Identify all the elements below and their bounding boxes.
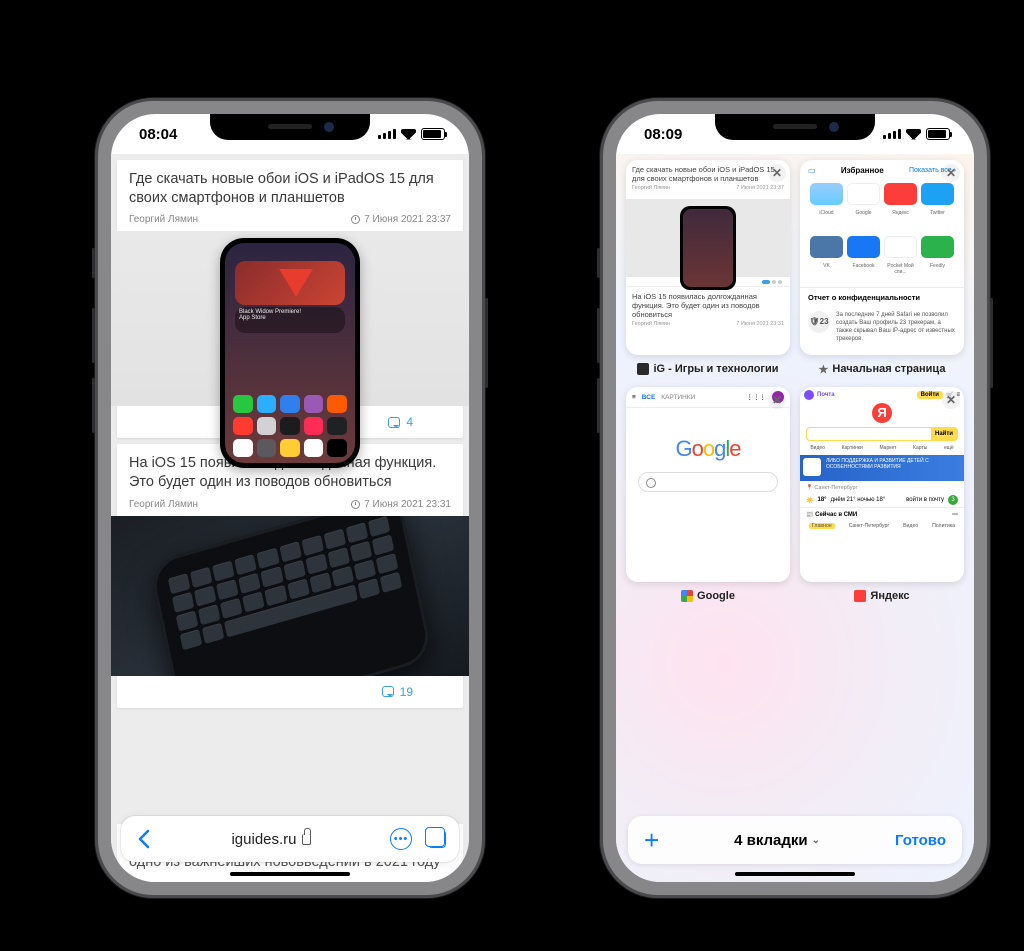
status-time: 08:09	[644, 126, 682, 143]
article-card[interactable]: На iOS 15 появилась долгожданная функция…	[117, 444, 463, 707]
tabs-button[interactable]	[419, 821, 455, 857]
tabs-icon	[428, 830, 446, 848]
cellular-icon	[378, 129, 396, 139]
favicon-icon	[681, 590, 693, 602]
article-date: 7 Июня 2021 23:37	[364, 214, 451, 225]
done-button[interactable]: Готово	[895, 832, 946, 849]
close-tab-button[interactable]: ✕	[942, 164, 960, 182]
comments-button[interactable]: 19	[117, 676, 463, 708]
tab-thumbnail-start-page[interactable]: ✕ ▭ Избранное Показать все › iCloudGoogl…	[800, 160, 964, 355]
article-hero-image	[111, 516, 469, 676]
comment-count: 4	[406, 415, 413, 429]
article-card[interactable]: Где скачать новые обои iOS и iPadOS 15 д…	[117, 160, 463, 438]
tab-title: iG - Игры и технологии	[653, 363, 778, 375]
status-time: 08:04	[139, 126, 177, 143]
cellular-icon	[883, 129, 901, 139]
comment-icon	[388, 417, 400, 428]
favicon-icon	[637, 363, 649, 375]
comment-icon	[382, 686, 394, 697]
book-icon: ▭	[808, 166, 816, 175]
close-tab-button[interactable]: ✕	[942, 391, 960, 409]
back-button[interactable]	[129, 824, 159, 854]
close-tab-button[interactable]: ✕	[768, 164, 786, 182]
lock-icon	[302, 834, 311, 845]
favicon-icon	[854, 590, 866, 602]
tab-count-button[interactable]: 4 вкладки ⌄	[734, 832, 820, 849]
article-hero-image: Black Widow Premiere!App Store	[111, 231, 469, 406]
wifi-icon	[906, 129, 921, 140]
home-indicator[interactable]	[230, 872, 350, 876]
notch	[715, 114, 875, 140]
tab-thumbnail-ig[interactable]: ✕ Где скачать новые обои iOS и iPadOS 15…	[626, 160, 790, 355]
tab-thumbnail-yandex[interactable]: ✕ ПочтаВойти🛒≡ Я Найти ВидеоКартинкиМарк…	[800, 387, 964, 582]
comment-count: 19	[400, 685, 413, 699]
page-actions-button[interactable]: •••	[383, 821, 419, 857]
article-author: Георгий Лямин	[129, 214, 198, 225]
chevron-down-icon: ⌄	[812, 835, 820, 846]
battery-icon	[926, 128, 950, 140]
home-indicator[interactable]	[735, 872, 855, 876]
wifi-icon	[401, 129, 416, 140]
yandex-logo: Я	[872, 403, 892, 423]
article-title: Где скачать новые обои iOS и iPadOS 15 д…	[129, 170, 451, 208]
address-url: iguides.ru	[231, 831, 296, 848]
close-tab-button[interactable]: ✕	[768, 391, 786, 409]
chevron-left-icon	[137, 829, 151, 849]
tab-title: Начальная страница	[832, 363, 945, 375]
article-author: Георгий Лямин	[129, 499, 198, 510]
new-tab-button[interactable]: +	[644, 825, 659, 856]
shield-icon: 🛡23	[808, 311, 830, 333]
search-input	[638, 472, 778, 492]
clock-icon	[351, 500, 360, 509]
clock-icon	[351, 215, 360, 224]
article-date: 7 Июня 2021 23:31	[364, 499, 451, 510]
tab-view-toolbar: + 4 вкладки ⌄ Готово	[628, 816, 962, 864]
google-logo: Google	[626, 436, 790, 462]
battery-icon	[421, 128, 445, 140]
ellipsis-circle-icon: •••	[390, 828, 412, 850]
address-bar[interactable]: iguides.ru •••	[121, 816, 459, 862]
tab-title: Яндекс	[870, 590, 909, 602]
star-icon: ★	[819, 363, 829, 376]
tab-thumbnail-google[interactable]: ✕ ≡ВСЕКАРТИНКИ⋮⋮⋮ Google	[626, 387, 790, 582]
tab-title: Google	[697, 590, 735, 602]
notch	[210, 114, 370, 140]
